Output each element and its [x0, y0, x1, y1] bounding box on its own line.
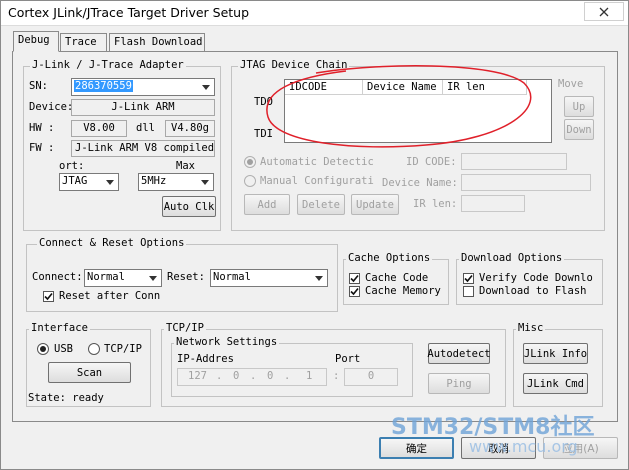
move-label: Move [558, 78, 584, 90]
port-select[interactable]: JTAG [59, 173, 119, 191]
fw-label: FW : [29, 142, 55, 154]
state-label: State: ready [28, 392, 104, 404]
dll-label: dll [136, 122, 155, 134]
usb-label: USB [54, 343, 73, 355]
add-button[interactable]: Add [244, 194, 290, 215]
device-value: J-Link ARM [71, 99, 215, 116]
port-label: Port [335, 353, 361, 365]
checkmark-icon [44, 292, 53, 301]
usb-radio[interactable] [37, 343, 49, 355]
auto-detect-radio[interactable] [244, 156, 256, 168]
update-button[interactable]: Update [351, 194, 399, 215]
tcpip-radio[interactable] [88, 343, 100, 355]
ir-len-label: IR len: [413, 198, 458, 210]
adapter-group-label: J-Link / J-Trace Adapter [30, 59, 186, 71]
connect-value: Normal [87, 271, 125, 283]
connect-label: Connect: [32, 271, 83, 283]
down-button[interactable]: Down [564, 119, 594, 140]
window-title: Cortex JLink/JTrace Target Driver Setup [8, 5, 250, 20]
max-clock-value: 5MHz [141, 175, 167, 187]
ping-button[interactable]: Ping [428, 373, 490, 394]
close-button[interactable] [584, 2, 624, 21]
download-to-flash-label: Download to Flash [479, 285, 587, 297]
annotation-ellipse [266, 65, 532, 148]
reset-after-connect-label: Reset after Conn [59, 290, 161, 302]
idcode-label: ID CODE: [406, 156, 457, 168]
jlink-cmd-button[interactable]: JLink Cmd [523, 373, 588, 394]
auto-detect-label: Automatic Detectic [260, 156, 374, 168]
tab-trace[interactable]: Trace [60, 33, 107, 51]
misc-group-label: Misc [516, 322, 546, 334]
jlink-info-button[interactable]: JLink Info [523, 343, 588, 364]
misc-group: Misc [513, 322, 603, 407]
chevron-down-icon [199, 80, 213, 94]
device-name-label: Device Name: [382, 177, 458, 189]
verify-code-checkbox[interactable] [463, 273, 474, 284]
ir-len-input[interactable] [461, 195, 525, 212]
port-value: JTAG [62, 175, 88, 187]
up-button[interactable]: Up [564, 96, 594, 117]
verify-code-label: Verify Code Downlo [479, 272, 593, 284]
fw-value: J-Link ARM V8 compiled I [71, 140, 215, 157]
tcpip-label: TCP/IP [104, 343, 142, 355]
cache-group-label: Cache Options [346, 252, 433, 264]
device-name-input[interactable] [461, 174, 591, 191]
manual-config-label: Manual Configurati [260, 175, 374, 187]
port-input[interactable]: 0 [344, 368, 398, 386]
tab-debug[interactable]: Debug [13, 31, 59, 52]
max-label: Max [176, 160, 195, 172]
scan-button[interactable]: Scan [48, 362, 131, 383]
checkmark-icon [464, 274, 473, 283]
chevron-down-icon [103, 175, 117, 189]
hw-value: V8.00 [71, 120, 127, 137]
reset-select[interactable]: Normal [210, 269, 328, 287]
reset-value: Normal [213, 271, 251, 283]
interface-group-label: Interface [29, 322, 90, 334]
idcode-input[interactable] [461, 153, 567, 170]
tab-flash-download[interactable]: Flash Download [109, 33, 205, 51]
hw-label: HW : [29, 122, 55, 134]
cache-memory-label: Cache Memory [365, 285, 441, 297]
chevron-down-icon [312, 271, 326, 285]
tcpip-group-label: TCP/IP [164, 322, 206, 334]
chevron-down-icon [198, 175, 212, 189]
port-label: ort: [59, 160, 85, 172]
dll-value: V4.80g [165, 120, 215, 137]
sn-label: SN: [29, 80, 48, 92]
ip-address-label: IP-Addres [177, 353, 234, 365]
reset-after-connect-checkbox[interactable] [43, 291, 54, 302]
autodetect-button[interactable]: Autodetect [427, 343, 491, 364]
chevron-down-icon [146, 271, 160, 285]
connect-reset-group-label: Connect & Reset Options [37, 237, 187, 249]
manual-config-radio[interactable] [244, 175, 256, 187]
cache-code-checkbox[interactable] [349, 273, 360, 284]
cache-code-label: Cache Code [365, 272, 429, 284]
dialog-window: Cortex JLink/JTrace Target Driver Setup … [0, 0, 629, 470]
device-label: Device: [29, 101, 74, 113]
network-settings-label: Network Settings [174, 336, 280, 348]
sn-value: 286370559 [74, 80, 133, 92]
watermark-subtext: www.mcu.org [469, 437, 578, 456]
ip-address-input[interactable]: 127 . 0 . 0 . 1 [177, 368, 327, 386]
connect-select[interactable]: Normal [84, 269, 162, 287]
auto-clk-button[interactable]: Auto Clk [162, 196, 216, 217]
download-to-flash-checkbox[interactable] [463, 286, 474, 297]
port-separator: : [333, 370, 340, 382]
reset-label: Reset: [167, 271, 205, 283]
max-clock-select[interactable]: 5MHz [138, 173, 214, 191]
cache-memory-checkbox[interactable] [349, 286, 360, 297]
delete-button[interactable]: Delete [297, 194, 345, 215]
checkmark-icon [350, 287, 359, 296]
title-bar[interactable]: Cortex JLink/JTrace Target Driver Setup [1, 1, 628, 26]
sn-select[interactable]: 286370559 [71, 78, 215, 96]
checkmark-icon [350, 274, 359, 283]
close-icon [599, 7, 609, 16]
download-group-label: Download Options [459, 252, 565, 264]
